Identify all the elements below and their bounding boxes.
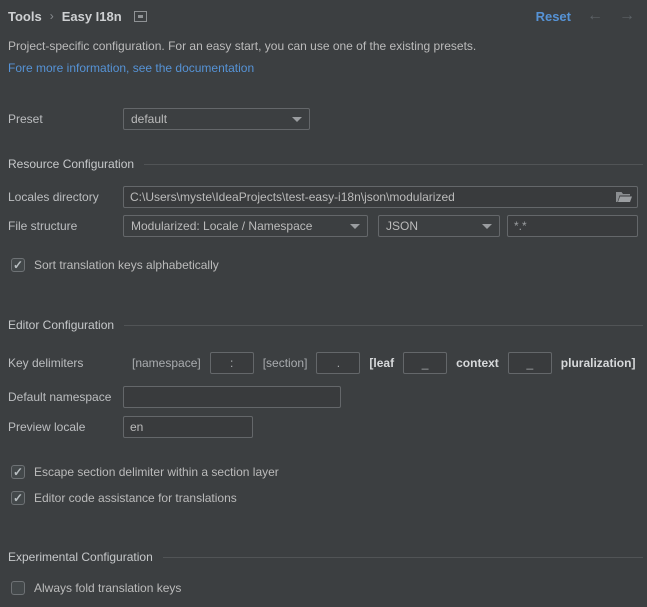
intro-description: Project-specific configuration. For an e… <box>8 39 647 53</box>
pluralization-bracket-text: pluralization] <box>561 356 636 370</box>
sort-keys-checkbox-label: Sort translation keys alphabetically <box>34 258 219 272</box>
section-divider <box>124 325 643 326</box>
context-delimiter-input[interactable] <box>403 352 447 374</box>
section-divider <box>163 557 643 558</box>
fold-keys-checkbox-label: Always fold translation keys <box>34 581 181 595</box>
section-divider <box>144 164 643 165</box>
code-assistance-checkbox-label: Editor code assistance for translations <box>34 491 237 505</box>
file-format-dropdown[interactable]: JSON <box>378 215 500 237</box>
section-bracket-text: [section] <box>263 356 308 370</box>
breadcrumb-tools[interactable]: Tools <box>8 9 42 24</box>
folder-icon[interactable] <box>616 191 632 206</box>
escape-delimiter-checkbox-label: Escape section delimiter within a sectio… <box>34 465 279 479</box>
leaf-bracket-text: [leaf <box>369 356 394 370</box>
check-icon: ✓ <box>13 492 23 504</box>
section-experimental-configuration: Experimental Configuration <box>8 550 647 564</box>
chevron-down-icon <box>482 224 492 229</box>
preview-locale-input[interactable] <box>123 416 253 438</box>
file-structure-row: File structure Modularized: Locale / Nam… <box>8 215 647 237</box>
preview-locale-label: Preview locale <box>8 420 123 434</box>
checkbox-box[interactable]: ✓ <box>11 491 25 505</box>
plural-delimiter-input[interactable] <box>508 352 552 374</box>
file-structure-selected-value: Modularized: Locale / Namespace <box>131 219 312 233</box>
fold-keys-checkbox[interactable]: ✓ Always fold translation keys <box>11 579 647 597</box>
checkbox-box[interactable]: ✓ <box>11 465 25 479</box>
code-assistance-checkbox[interactable]: ✓ Editor code assistance for translation… <box>11 489 647 507</box>
preset-label: Preset <box>8 112 123 126</box>
reset-button[interactable]: Reset <box>536 9 571 24</box>
forward-arrow-icon[interactable]: → <box>619 8 635 24</box>
namespace-bracket-text: [namespace] <box>132 356 201 370</box>
section-title: Editor Configuration <box>8 318 114 332</box>
chevron-down-icon <box>292 117 302 122</box>
section-resource-configuration: Resource Configuration <box>8 157 647 171</box>
back-arrow-icon[interactable]: ← <box>587 8 603 24</box>
section-editor-configuration: Editor Configuration <box>8 318 647 332</box>
default-namespace-row: Default namespace <box>8 386 647 408</box>
breadcrumb-easy-i18n: Easy I18n <box>62 9 122 24</box>
locales-directory-input[interactable] <box>123 186 638 208</box>
chevron-down-icon <box>350 224 360 229</box>
locales-directory-row: Locales directory <box>8 186 647 208</box>
section-title: Resource Configuration <box>8 157 134 171</box>
preview-locale-row: Preview locale <box>8 416 647 438</box>
file-pattern-input[interactable] <box>507 215 638 237</box>
breadcrumb: Tools › Easy I18n <box>8 9 147 24</box>
locales-directory-field-wrap <box>123 186 638 208</box>
context-text: context <box>456 356 499 370</box>
locales-directory-label: Locales directory <box>8 190 123 204</box>
preset-dropdown[interactable]: default <box>123 108 310 130</box>
settings-window-icon[interactable] <box>134 11 147 22</box>
checkbox-box[interactable]: ✓ <box>11 581 25 595</box>
key-delimiters-row: Key delimiters [namespace] [section] [le… <box>8 352 647 374</box>
header-actions: Reset ← → <box>536 8 635 24</box>
escape-delimiter-checkbox[interactable]: ✓ Escape section delimiter within a sect… <box>11 463 647 481</box>
default-namespace-label: Default namespace <box>8 390 123 404</box>
documentation-link[interactable]: Fore more information, see the documenta… <box>8 61 647 75</box>
preset-row: Preset default <box>8 108 647 130</box>
preset-selected-value: default <box>131 112 167 126</box>
default-namespace-input[interactable] <box>123 386 341 408</box>
check-icon: ✓ <box>13 466 23 478</box>
file-format-selected-value: JSON <box>386 219 418 233</box>
section-title: Experimental Configuration <box>8 550 153 564</box>
file-structure-dropdown[interactable]: Modularized: Locale / Namespace <box>123 215 368 237</box>
check-icon: ✓ <box>13 259 23 271</box>
file-structure-label: File structure <box>8 219 123 233</box>
key-delimiters-label: Key delimiters <box>8 356 123 370</box>
namespace-delimiter-input[interactable] <box>210 352 254 374</box>
checkbox-box[interactable]: ✓ <box>11 258 25 272</box>
sort-keys-checkbox[interactable]: ✓ Sort translation keys alphabetically <box>11 256 647 274</box>
breadcrumb-separator: › <box>50 9 54 23</box>
section-delimiter-input[interactable] <box>316 352 360 374</box>
settings-header: Tools › Easy I18n Reset ← → <box>0 0 647 24</box>
